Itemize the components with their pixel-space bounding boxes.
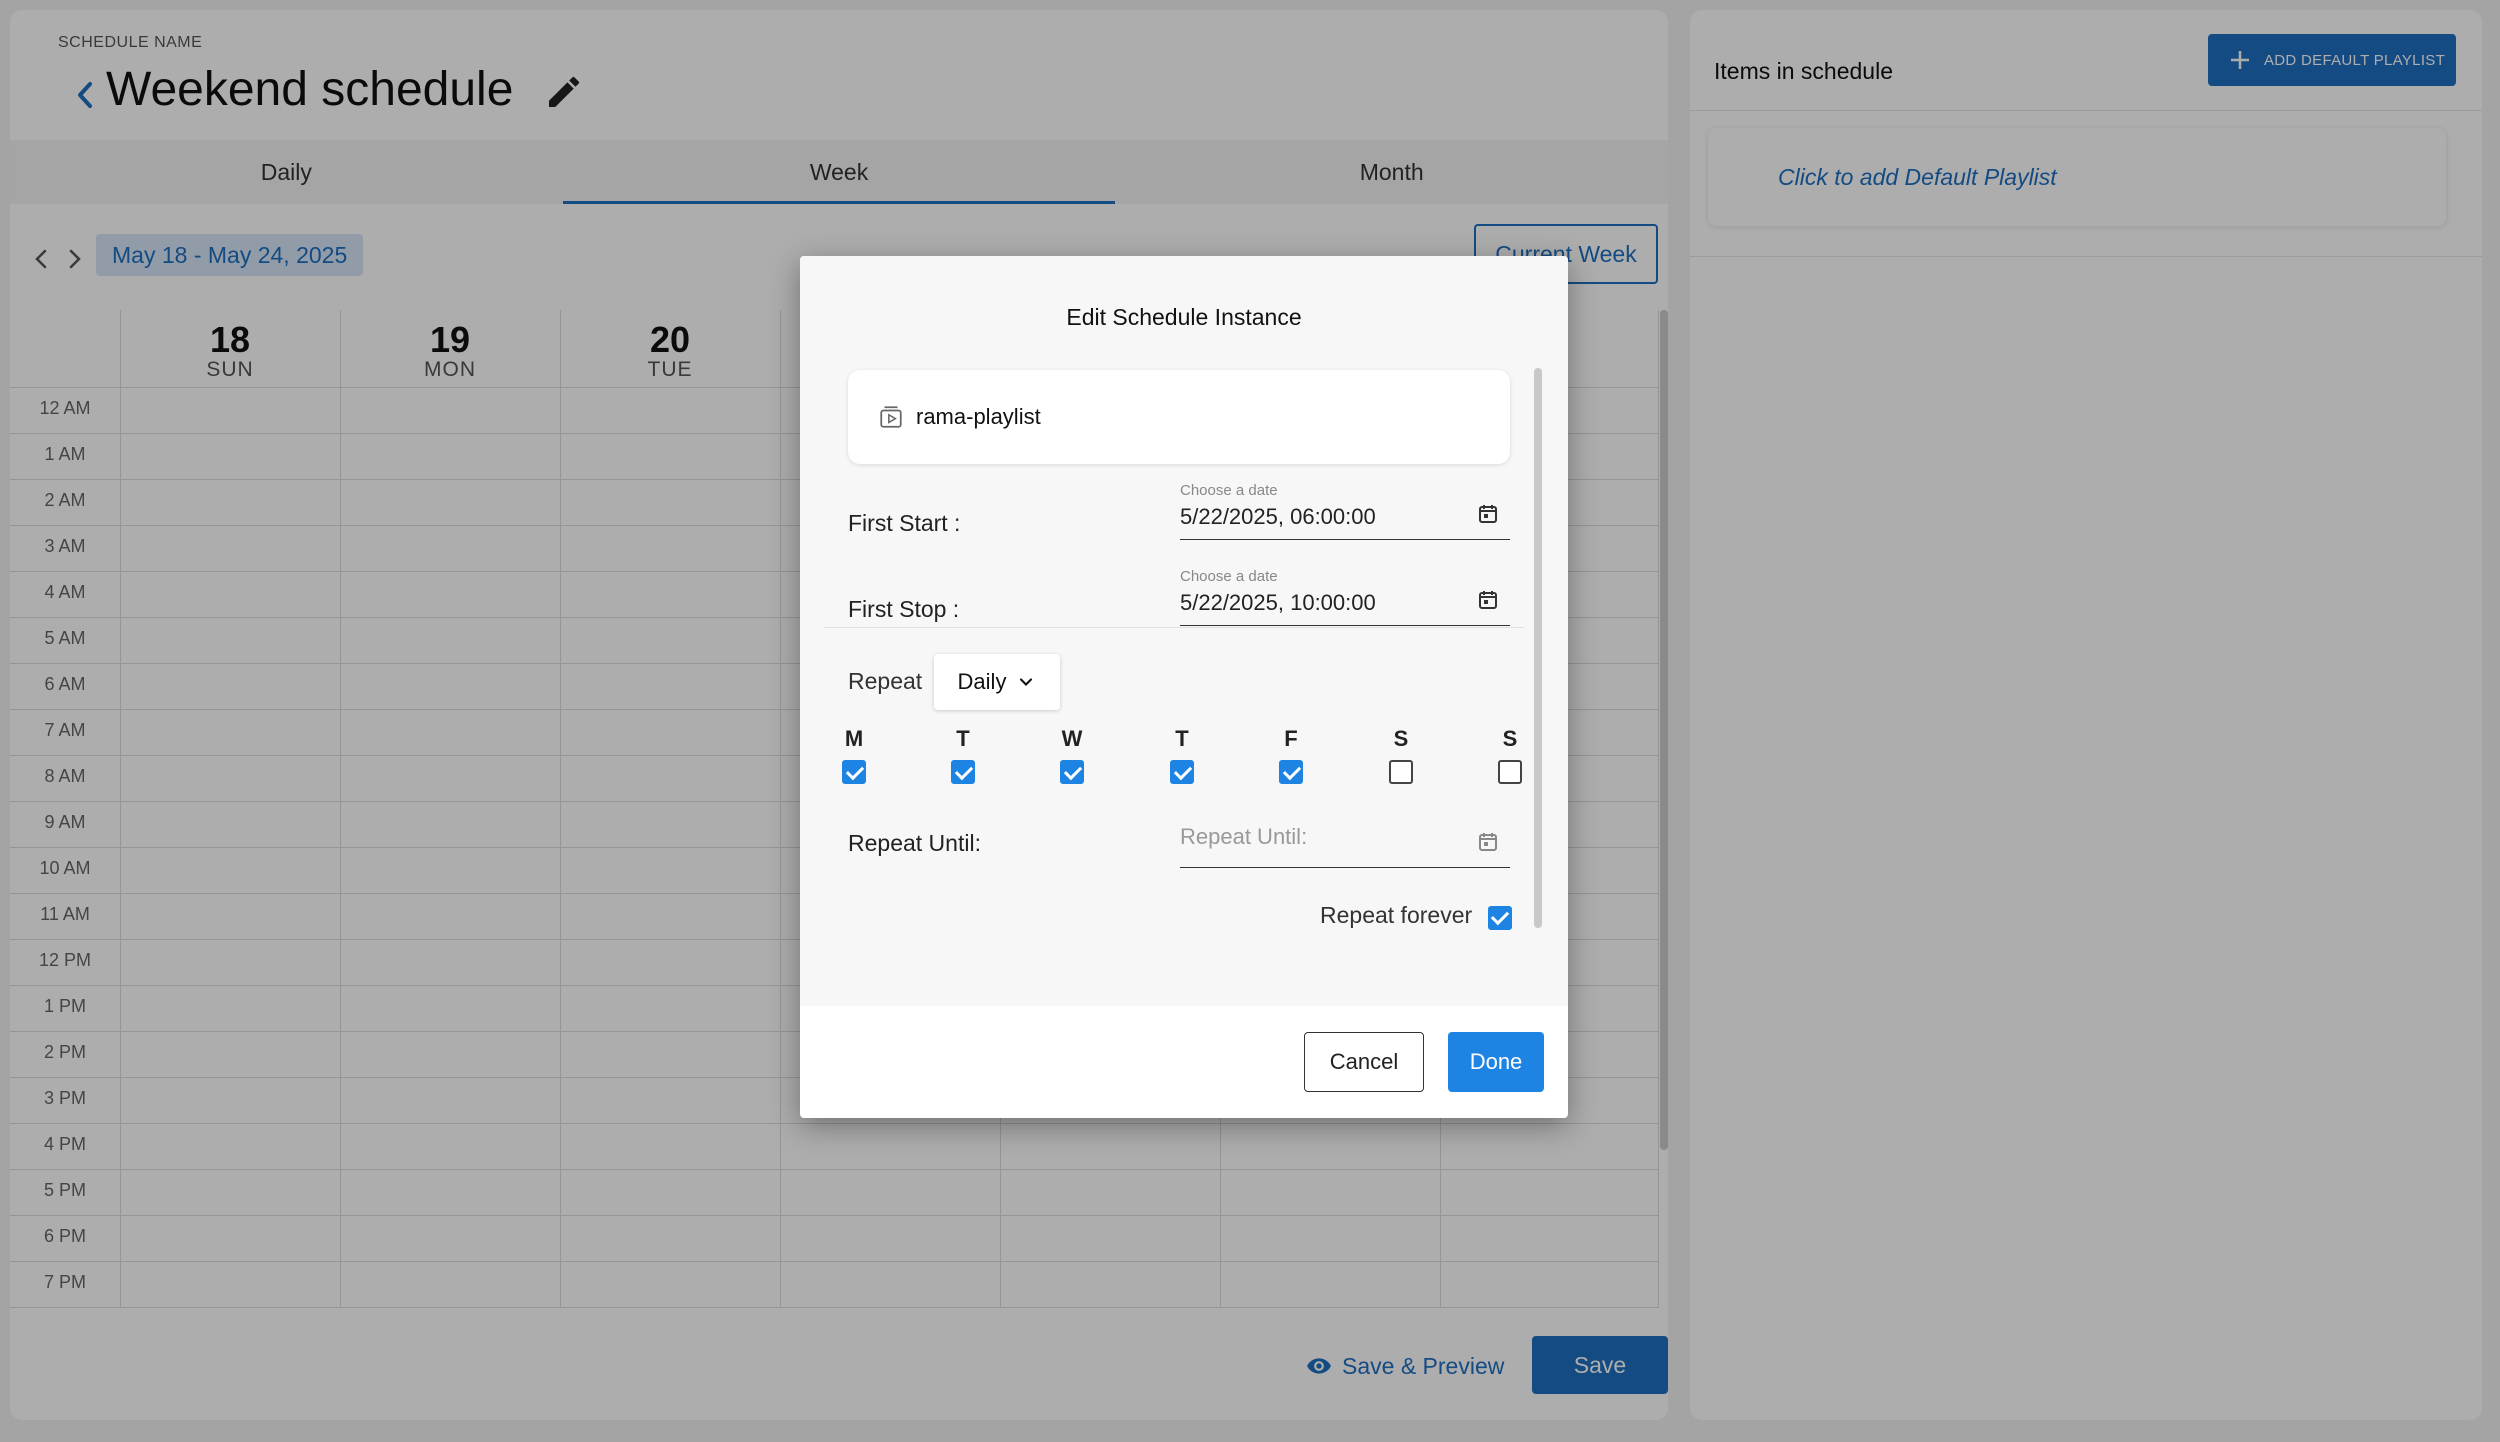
weekday-checkbox-thursday[interactable]	[1170, 760, 1194, 784]
repeat-until-label: Repeat Until:	[848, 830, 981, 856]
calendar-icon[interactable]	[1476, 830, 1500, 854]
dialog-scrollbar[interactable]	[1534, 368, 1542, 928]
playlist-icon	[880, 406, 902, 428]
repeat-forever-checkbox[interactable]	[1488, 906, 1512, 930]
weekday-checkbox-friday[interactable]	[1279, 760, 1303, 784]
playlist-name: rama-playlist	[916, 404, 1041, 429]
dialog-content: Edit Schedule Instance rama-playlist Fir…	[800, 256, 1568, 1006]
weekday-tuesday: T	[943, 726, 983, 784]
weekday-friday: F	[1271, 726, 1311, 784]
weekday-checkbox-saturday[interactable]	[1389, 760, 1413, 784]
weekday-letter: F	[1284, 726, 1298, 751]
weekday-wednesday: W	[1052, 726, 1092, 784]
first-stop-label: First Stop :	[848, 596, 960, 622]
weekday-checkbox-sunday[interactable]	[1498, 760, 1522, 784]
weekday-letter: T	[956, 726, 970, 751]
weekday-letter: T	[1175, 726, 1189, 751]
weekday-saturday: S	[1381, 726, 1421, 784]
first-stop-hint: Choose a date	[1180, 568, 1278, 585]
first-stop-value: 5/22/2025, 10:00:00	[1180, 590, 1376, 615]
weekday-checkbox-monday[interactable]	[842, 760, 866, 784]
weekday-letter: M	[844, 726, 864, 751]
repeat-until-date-field[interactable]: Repeat Until:	[1180, 810, 1510, 868]
weekday-letter: S	[1502, 726, 1518, 751]
first-start-value: 5/22/2025, 06:00:00	[1180, 504, 1376, 529]
first-stop-date-field[interactable]: Choose a date 5/22/2025, 10:00:00	[1180, 568, 1510, 626]
chevron-down-icon	[1020, 678, 1033, 686]
done-button[interactable]: Done	[1448, 1032, 1544, 1092]
calendar-icon[interactable]	[1476, 502, 1500, 526]
repeat-label: Repeat	[848, 668, 923, 694]
weekday-letter: S	[1393, 726, 1409, 751]
playlist-card: rama-playlist	[848, 370, 1510, 464]
cancel-button[interactable]: Cancel	[1304, 1032, 1424, 1092]
first-start-label: First Start :	[848, 510, 961, 536]
weekday-thursday: T	[1162, 726, 1202, 784]
repeat-frequency-select[interactable]: Daily	[934, 654, 1060, 710]
dialog-title: Edit Schedule Instance	[1066, 304, 1302, 330]
weekday-monday: M	[834, 726, 874, 784]
first-start-date-field[interactable]: Choose a date 5/22/2025, 06:00:00	[1180, 482, 1510, 540]
first-start-hint: Choose a date	[1180, 482, 1278, 499]
weekday-sunday: S	[1490, 726, 1530, 784]
divider	[824, 627, 1524, 628]
repeat-until-placeholder: Repeat Until:	[1180, 824, 1308, 849]
weekday-checkbox-wednesday[interactable]	[1060, 760, 1084, 784]
weekday-letter: W	[1061, 726, 1083, 751]
repeat-forever-label: Repeat forever	[1320, 902, 1473, 928]
weekday-checkbox-tuesday[interactable]	[951, 760, 975, 784]
calendar-icon[interactable]	[1476, 588, 1500, 612]
repeat-frequency-value: Daily	[957, 669, 1007, 694]
edit-schedule-instance-dialog: Edit Schedule Instance rama-playlist Fir…	[800, 256, 1568, 1118]
